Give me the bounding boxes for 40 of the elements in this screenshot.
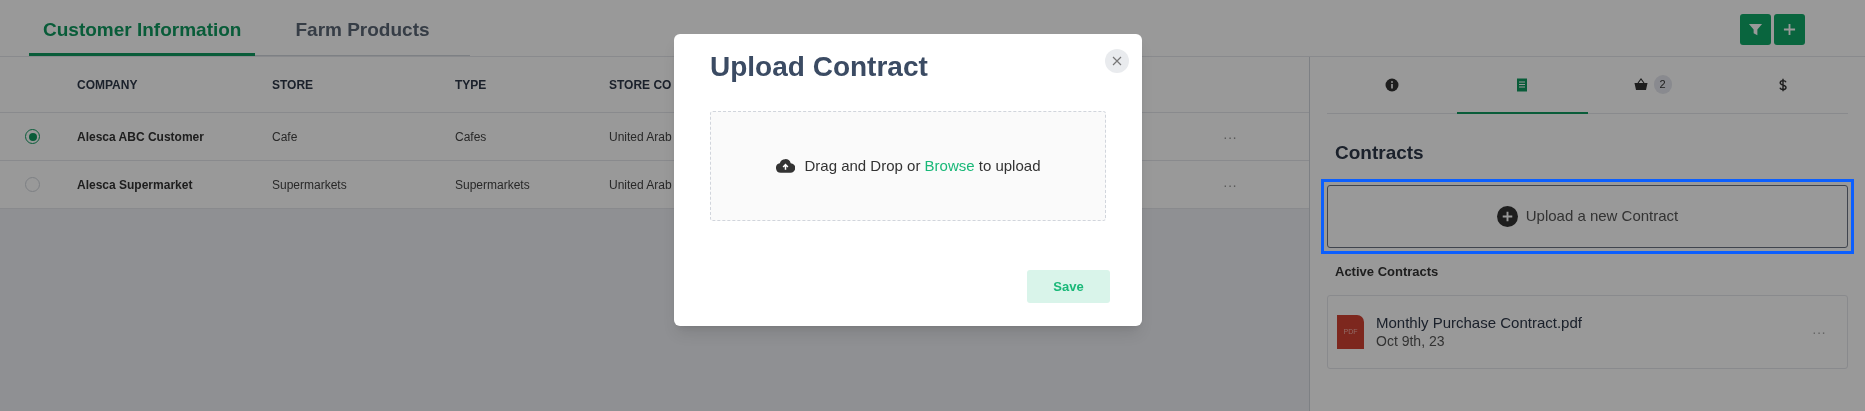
- dialog-title: Upload Contract: [710, 50, 928, 84]
- info-icon: [1385, 77, 1400, 92]
- table-cell-text: Cafes: [455, 128, 488, 146]
- table-cell-text: Cafe: [272, 128, 299, 146]
- table-cell-text: Supermarkets: [455, 176, 531, 194]
- more-options-button[interactable]: ···: [1812, 321, 1826, 343]
- drop-instructions: Drag and Drop or Browse to upload: [804, 155, 1041, 176]
- column-header: STORE CO: [609, 76, 673, 94]
- more-options-button[interactable]: ···: [1223, 129, 1237, 144]
- save-button[interactable]: Save: [1027, 270, 1110, 303]
- count-badge: 2: [1653, 75, 1672, 94]
- side-tab[interactable]: 2: [1587, 57, 1718, 114]
- table-cell-text: Alesca ABC Customer: [77, 128, 205, 146]
- close-button[interactable]: [1105, 49, 1129, 73]
- browse-link[interactable]: Browse: [924, 156, 975, 174]
- filter-button[interactable]: [1740, 14, 1771, 45]
- add-button[interactable]: [1774, 14, 1805, 45]
- close-icon: [1112, 56, 1122, 66]
- column-header: TYPE: [455, 76, 488, 94]
- section-heading: Active Contracts: [1334, 262, 1440, 281]
- upload-contract-button[interactable]: Upload a new Contract: [1327, 184, 1848, 248]
- plus-circle-icon: [1496, 205, 1518, 227]
- file-name: Monthly Purchase Contract.pdf: [1376, 313, 1583, 333]
- more-options-button[interactable]: ···: [1223, 177, 1237, 192]
- column-header: COMPANY: [77, 76, 139, 94]
- cloud-upload-icon: [775, 159, 795, 173]
- table-cell-text: Supermarkets: [272, 176, 348, 194]
- basket-icon: [1633, 77, 1648, 92]
- section-title: Contracts: [1334, 141, 1425, 165]
- tab[interactable]: Customer Information: [29, 7, 256, 56]
- file-date: Oct 9th, 23: [1376, 332, 1446, 351]
- plus-icon: [1783, 23, 1796, 36]
- table-cell-text: United Arab: [609, 128, 673, 146]
- tab[interactable]: Farm Products: [281, 7, 444, 56]
- drop-zone[interactable]: Drag and Drop or Browse to upload: [710, 111, 1106, 221]
- column-header: STORE: [272, 76, 315, 94]
- filter-icon: [1748, 22, 1763, 37]
- table-cell-text: Alesca Supermarket: [77, 176, 194, 194]
- document-icon: [1515, 77, 1530, 92]
- table-cell-text: United Arab: [609, 176, 673, 194]
